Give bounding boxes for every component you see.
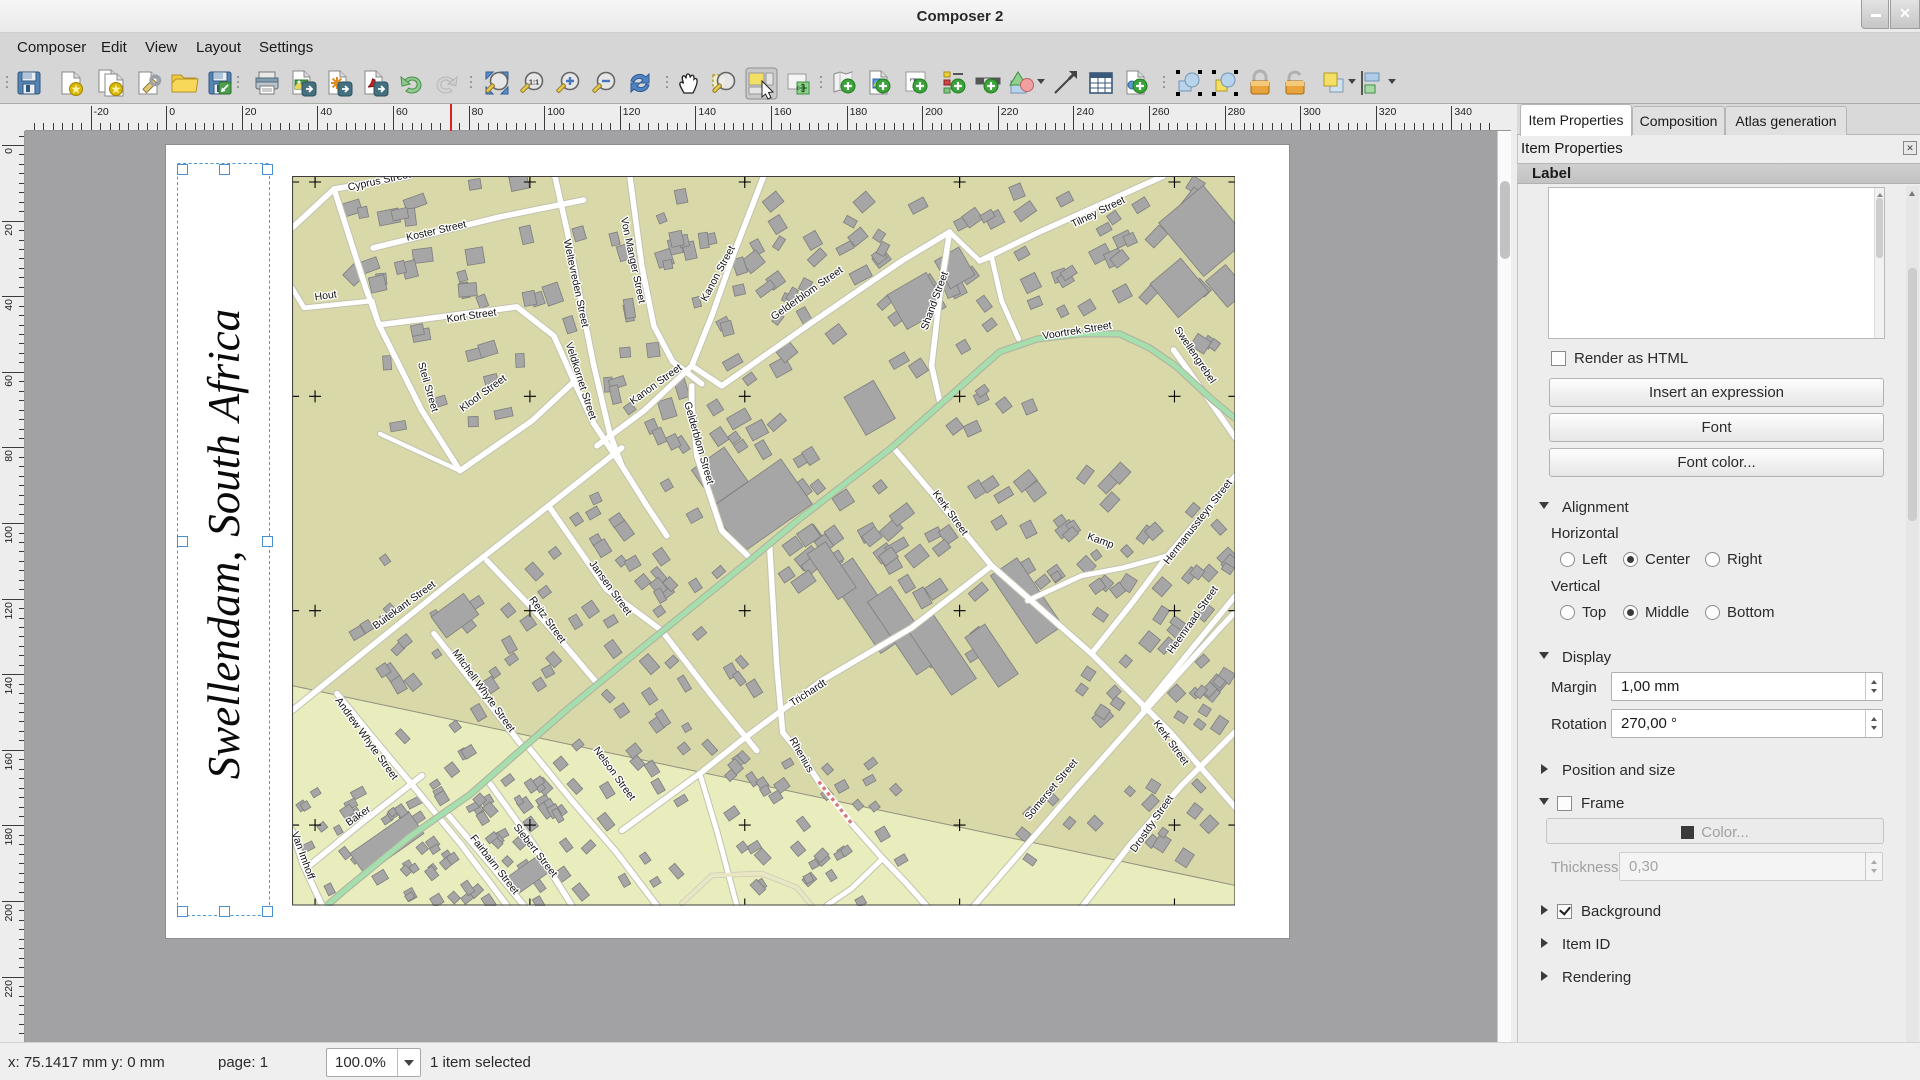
svg-text:1:1: 1:1 bbox=[529, 80, 539, 87]
